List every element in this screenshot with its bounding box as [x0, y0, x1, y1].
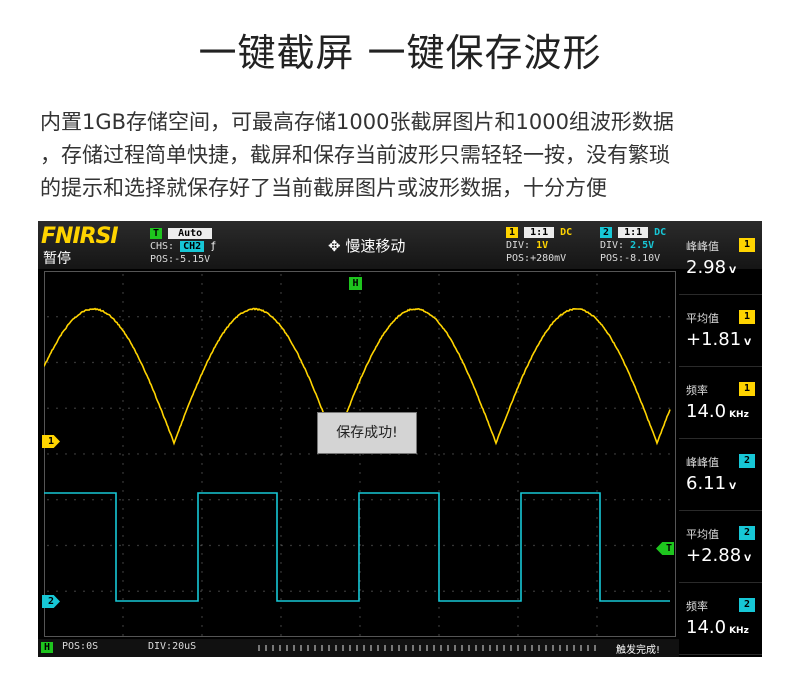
measurement-name: 峰峰值	[686, 454, 719, 470]
measurement-channel-badge: 2	[739, 526, 755, 540]
ch2-div-label: DIV:	[600, 240, 624, 251]
trigger-mode[interactable]: Auto	[168, 228, 212, 239]
brand-logo: FNIRSI	[41, 224, 118, 249]
measurement-value: 14.0 KHz	[686, 401, 749, 422]
measurement-number: 2.98	[686, 257, 726, 278]
measurement-name: 频率	[686, 382, 708, 398]
move-icon: ✥	[328, 237, 341, 255]
move-mode-label: 慢速移动	[345, 237, 405, 255]
trigger-badge: T	[150, 228, 162, 239]
measurement-name: 频率	[686, 598, 708, 614]
trigger-status: 触发完成!	[616, 641, 660, 656]
measurement-channel-badge: 1	[739, 238, 755, 252]
description-line: ，存储过程简单快捷，截屏和保存当前波形只需轻轻一按，没有繁琐	[40, 139, 765, 172]
scope-top-bar: FNIRSI 暂停 T Auto CHS: CH2 ƒ POS:-5.15V ✥…	[38, 221, 762, 269]
measurement-number: +2.88	[686, 545, 741, 566]
measurement-unit: KHz	[729, 410, 749, 420]
ch2-coupling[interactable]: DC	[654, 227, 666, 238]
measurement-value: +1.81 V	[686, 329, 751, 350]
measurement-panel: 峰峰值 1 2.98 V 平均值 1 +1.81 V 频率 1 14.0 KHz 峰峰值 2 6.11 V 平均…	[679, 221, 762, 657]
measurement-item[interactable]: 频率 2 14.0 KHz	[679, 586, 762, 655]
measurement-name: 峰峰值	[686, 238, 719, 254]
move-mode[interactable]: ✥ 慢速移动	[328, 235, 405, 256]
measurement-unit: V	[744, 554, 751, 564]
measurement-number: +1.81	[686, 329, 741, 350]
measurement-name: 平均值	[686, 310, 719, 326]
ch1-coupling[interactable]: DC	[560, 227, 572, 238]
trigger-source-label: CHS:	[150, 241, 174, 252]
measurement-item[interactable]: 频率 1 14.0 KHz	[679, 370, 762, 439]
measurement-item[interactable]: 平均值 2 +2.88 V	[679, 514, 762, 583]
horizontal-position-marker[interactable]: H	[349, 277, 362, 290]
oscilloscope-screen: FNIRSI 暂停 T Auto CHS: CH2 ƒ POS:-5.15V ✥…	[38, 221, 762, 657]
save-success-toast: 保存成功!	[317, 412, 417, 454]
measurement-channel-badge: 2	[739, 454, 755, 468]
ch2-div-value: 2.5V	[630, 240, 654, 251]
ch2-badge: 2	[600, 227, 612, 238]
measurement-unit: KHz	[729, 626, 749, 636]
measurement-number: 14.0	[686, 617, 726, 638]
description-line: 的提示和选择就保存好了当前截屏图片或波形数据，十分方便	[40, 172, 765, 205]
measurement-value: +2.88 V	[686, 545, 751, 566]
channel-2-settings[interactable]: 2 1:1 DC DIV: 2.5V POS:-8.10V	[600, 226, 666, 265]
channel-1-settings[interactable]: 1 1:1 DC DIV: 1V POS:+280mV	[506, 226, 572, 265]
ch1-div-value: 1V	[536, 240, 548, 251]
ch2-position: POS:-8.10V	[600, 252, 666, 265]
measurement-item[interactable]: 平均值 1 +1.81 V	[679, 298, 762, 367]
time-position[interactable]: POS:0S	[62, 641, 98, 652]
scope-bottom-bar: H POS:0S DIV:20uS 触发完成!	[38, 639, 679, 657]
run-state[interactable]: 暂停	[43, 248, 71, 268]
measurement-unit: V	[729, 482, 736, 492]
measurement-number: 6.11	[686, 473, 726, 494]
ch2-waveform	[44, 493, 670, 601]
measurement-value: 6.11 V	[686, 473, 736, 494]
timebase-badge: H	[41, 642, 53, 653]
measurement-name: 平均值	[686, 526, 719, 542]
page-headline: 一键截屏 一键保存波形	[0, 22, 800, 77]
time-scale-ticks	[258, 645, 598, 651]
measurement-value: 14.0 KHz	[686, 617, 749, 638]
ch1-position: POS:+280mV	[506, 252, 572, 265]
rising-edge-icon: ƒ	[210, 241, 216, 252]
measurement-value: 2.98 V	[686, 257, 736, 278]
ch2-probe[interactable]: 1:1	[618, 227, 648, 238]
ch1-div-label: DIV:	[506, 240, 530, 251]
measurement-channel-badge: 1	[739, 382, 755, 396]
ch1-probe[interactable]: 1:1	[524, 227, 554, 238]
trigger-level: POS:-5.15V	[150, 253, 216, 266]
measurement-unit: V	[729, 266, 736, 276]
measurement-unit: V	[744, 338, 751, 348]
measurement-number: 14.0	[686, 401, 726, 422]
description-line: 内置1GB存储空间，可最高存储1000张截屏图片和1000组波形数据	[40, 106, 765, 139]
measurement-item[interactable]: 峰峰值 2 6.11 V	[679, 442, 762, 511]
trigger-settings[interactable]: T Auto CHS: CH2 ƒ POS:-5.15V	[150, 227, 216, 266]
measurement-channel-badge: 2	[739, 598, 755, 612]
time-division[interactable]: DIV:20uS	[148, 641, 196, 652]
measurement-channel-badge: 1	[739, 310, 755, 324]
measurement-item[interactable]: 峰峰值 1 2.98 V	[679, 226, 762, 295]
waveform-plot	[44, 271, 676, 637]
description: 内置1GB存储空间，可最高存储1000张截屏图片和1000组波形数据 ，存储过程…	[40, 106, 765, 205]
ch1-badge: 1	[506, 227, 518, 238]
trigger-source-value[interactable]: CH2	[180, 241, 204, 252]
